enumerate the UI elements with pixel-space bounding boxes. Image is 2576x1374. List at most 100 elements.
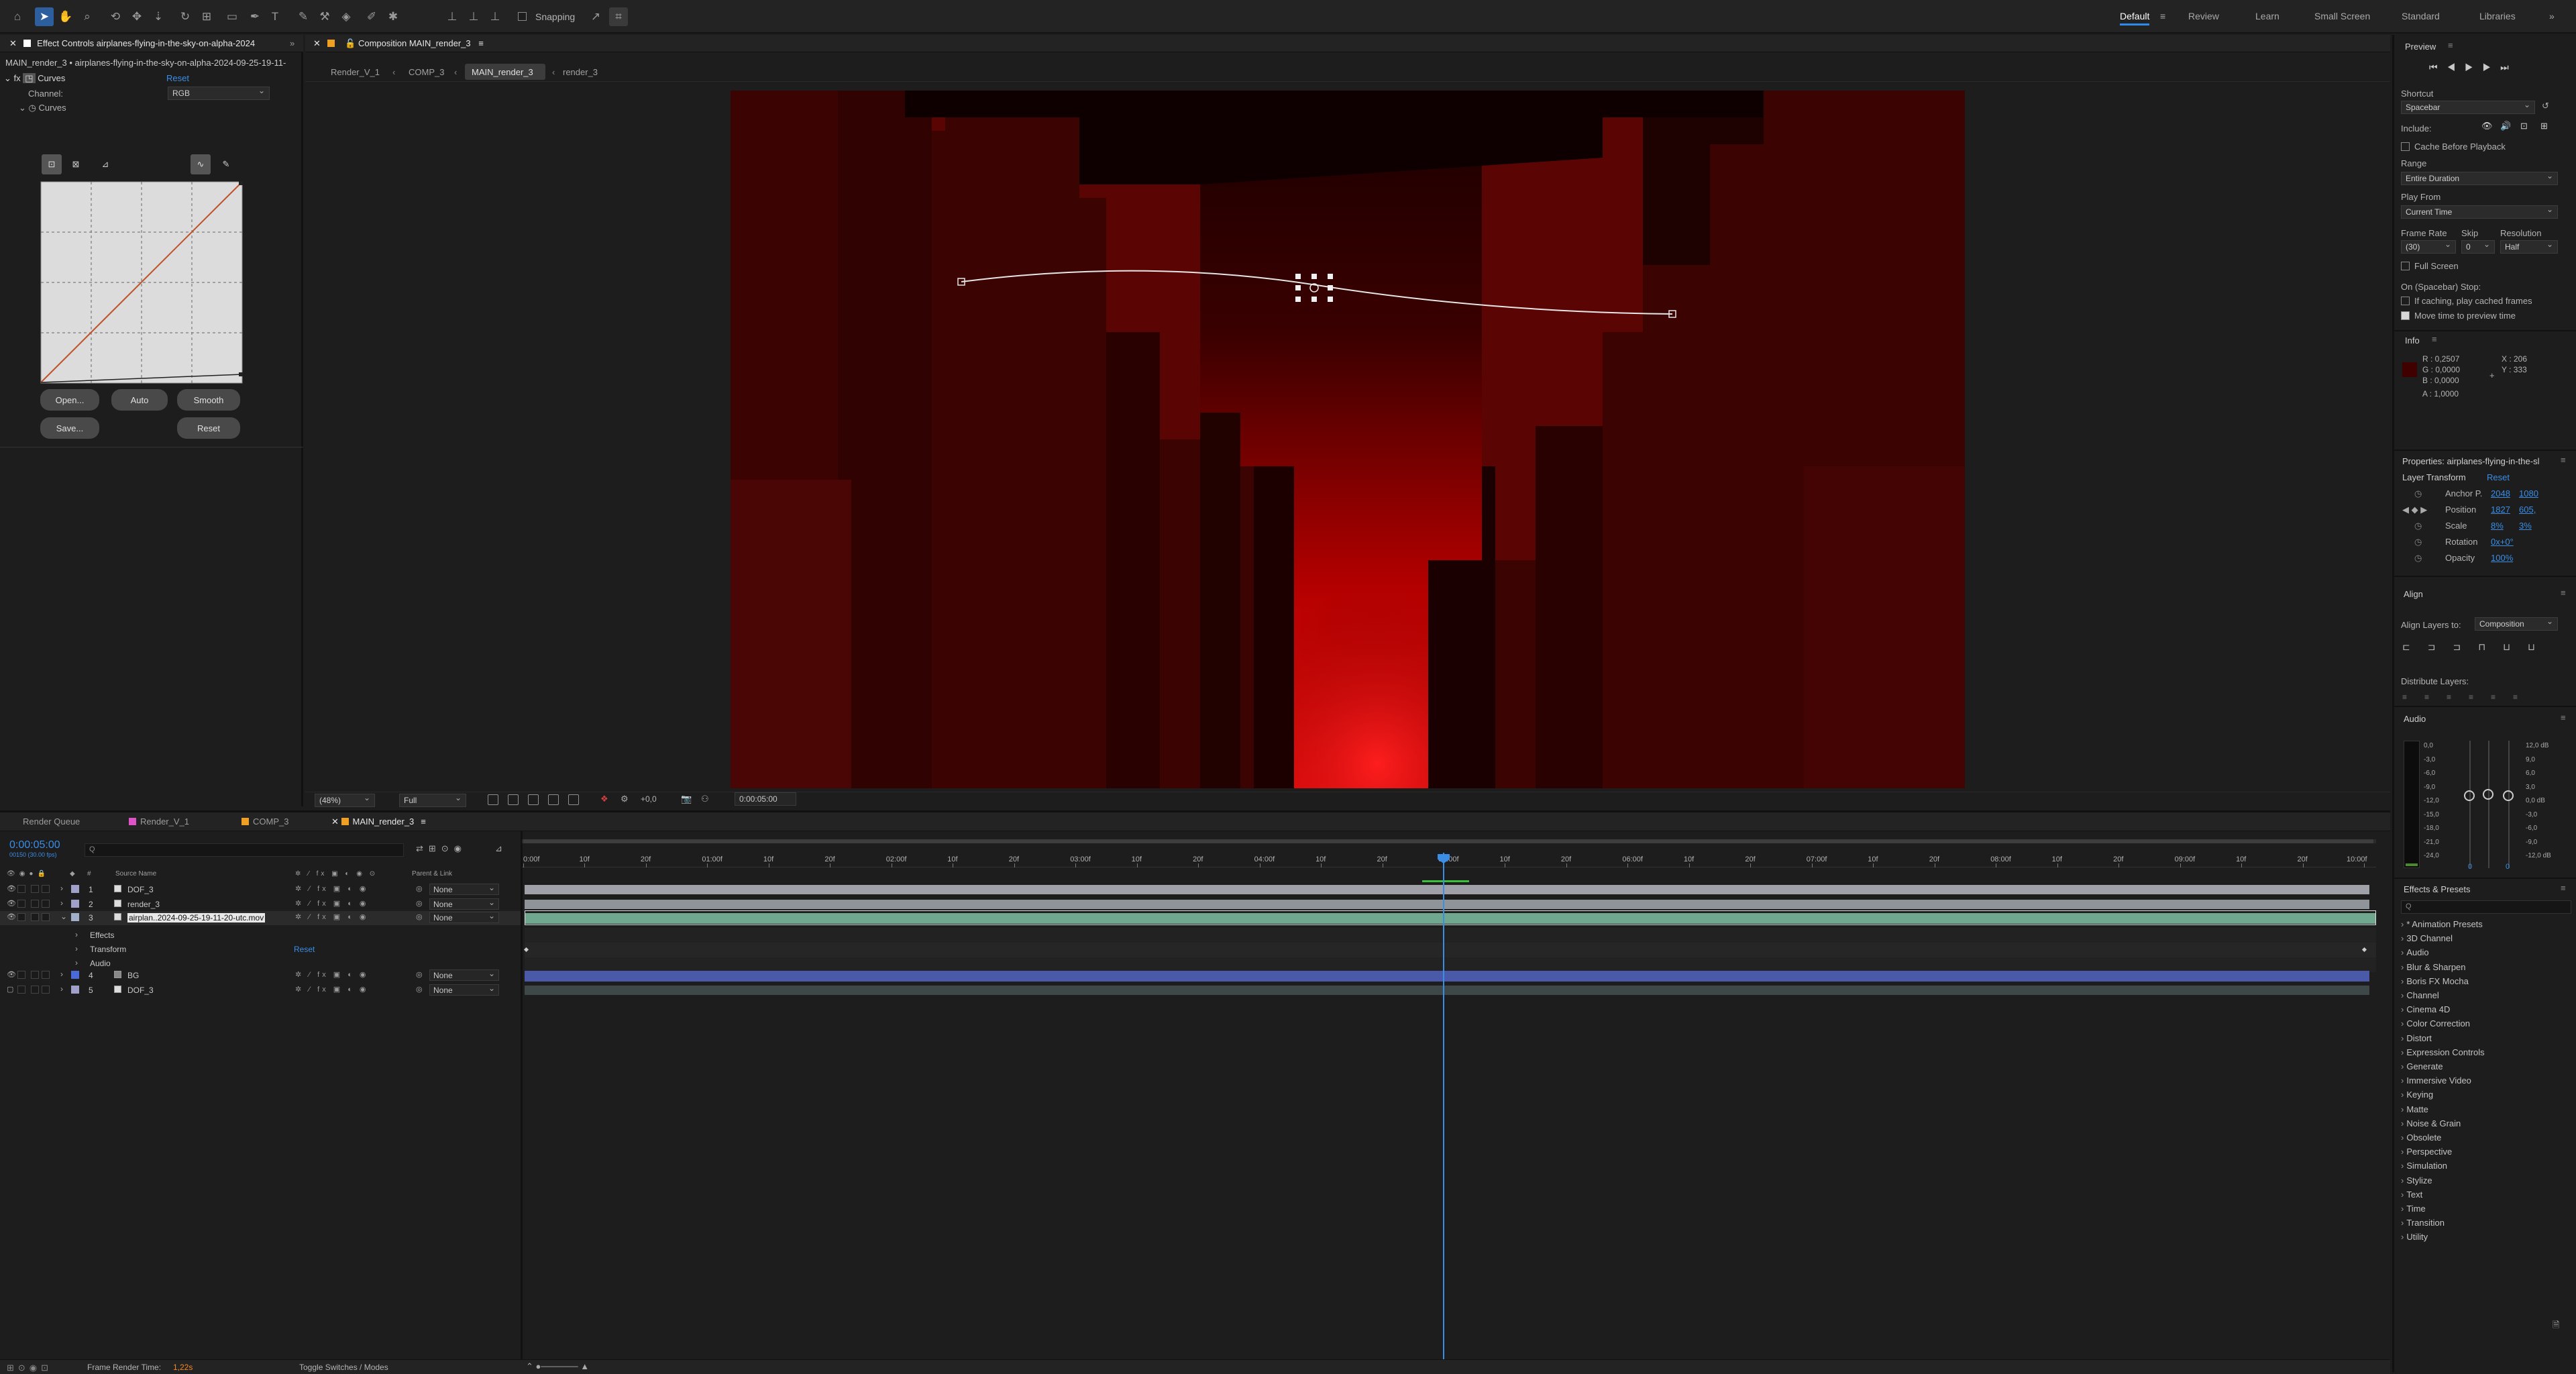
expand-chevron-icon[interactable]: ›: [60, 898, 63, 908]
transform-group[interactable]: › Transform Reset: [0, 943, 521, 957]
scale-y-value[interactable]: 3%: [2519, 521, 2532, 531]
move-time-checkbox[interactable]: [2401, 311, 2410, 320]
curves-subheader[interactable]: ⌄ ◷ Curves: [19, 103, 66, 113]
zoom-slider[interactable]: ⌃ ●────── ▲: [526, 1361, 589, 1372]
breadcrumb-main-render3[interactable]: MAIN_render_3: [472, 67, 533, 77]
axis-local-icon[interactable]: ⊥: [443, 7, 462, 26]
breadcrumb-render-v1[interactable]: Render_V_1: [331, 67, 380, 77]
effects-category-item[interactable]: › 3D Channel: [2401, 933, 2453, 943]
skip-dropdown[interactable]: 0: [2461, 240, 2495, 254]
rectangle-tool-icon[interactable]: ▭: [223, 7, 241, 26]
effects-category-item[interactable]: › Utility: [2401, 1232, 2428, 1242]
timeline-search-input[interactable]: Q: [85, 843, 404, 857]
tab-render-queue[interactable]: Render Queue: [23, 816, 80, 827]
mask-visibility-icon[interactable]: [528, 794, 539, 805]
align-buttons[interactable]: ⊏⊐⊐⊓⊔⊔: [2402, 641, 2553, 653]
workspace-default[interactable]: Default: [2120, 11, 2150, 25]
layer-row[interactable]: 👁 › 2 render_3 ✲ ⁄ fx ▣ ◐ ◉ ◎ None ⌄: [0, 898, 521, 912]
panel-menu-icon[interactable]: ≡: [478, 38, 484, 48]
effects-category-item[interactable]: › Expression Controls: [2401, 1047, 2485, 1057]
hand-tool-icon[interactable]: ✋: [56, 7, 75, 26]
full-screen-checkbox[interactable]: [2401, 262, 2410, 270]
transform-reset-link[interactable]: Reset: [2487, 472, 2510, 482]
color-channel-icon[interactable]: ❖: [600, 794, 608, 804]
close-icon[interactable]: ✕: [313, 38, 321, 48]
layer-name[interactable]: DOF_3: [127, 986, 154, 995]
pencil-curve-icon[interactable]: ✎: [216, 154, 236, 174]
play-from-dropdown[interactable]: Current Time: [2401, 205, 2558, 219]
audio-toggle[interactable]: [17, 885, 25, 893]
keyframe-nav-icon[interactable]: ◀ ◆ ▶: [2402, 505, 2427, 515]
brush-tool-icon[interactable]: ✎: [294, 7, 313, 26]
workspace-libraries[interactable]: Libraries: [2479, 11, 2516, 21]
lock-toggle[interactable]: [42, 885, 50, 893]
tab-comp3[interactable]: COMP_3: [241, 816, 288, 827]
clone-stamp-icon[interactable]: ⚒: [315, 7, 334, 26]
tab-render-v1[interactable]: Render_V_1: [129, 816, 189, 827]
effect-reset-link[interactable]: Reset: [166, 73, 189, 83]
effects-category-item[interactable]: › Immersive Video: [2401, 1075, 2471, 1086]
dolly-camera-icon[interactable]: ⇣: [149, 7, 168, 26]
workspace-menu-icon[interactable]: ≡: [2160, 11, 2165, 21]
effects-category-item[interactable]: › Noise & Grain: [2401, 1118, 2461, 1128]
panel-menu-icon[interactable]: ≡: [2561, 883, 2566, 893]
lock-toggle[interactable]: [42, 900, 50, 908]
opacity-value[interactable]: 100%: [2491, 553, 2513, 563]
effects-category-item[interactable]: › Simulation: [2401, 1161, 2447, 1171]
scale-x-value[interactable]: 8%: [2491, 521, 2504, 531]
workspace-small-screen[interactable]: Small Screen: [2314, 11, 2370, 21]
breadcrumb-comp3[interactable]: COMP_3: [409, 67, 444, 77]
layer-name[interactable]: render_3: [127, 900, 160, 909]
layer-row[interactable]: 👁 › 4 BG ✲ ⁄ fx ▣ ◐ ◉ ◎ None ⌄: [0, 969, 521, 983]
selection-tool-icon[interactable]: ➤: [35, 7, 54, 26]
type-tool-icon[interactable]: T: [266, 7, 284, 26]
guides-icon[interactable]: [548, 794, 559, 805]
curves-open-button[interactable]: Open...: [40, 389, 99, 411]
layer-row[interactable]: 👁 ⌄ 3 airplan..2024-09-25-19-11-20-utc.mov ✲…: [0, 911, 521, 925]
pan-behind-icon[interactable]: ⊞: [197, 7, 216, 26]
position-x-value[interactable]: 1827: [2491, 505, 2510, 515]
viewer-timecode[interactable]: 0:00:05:00: [735, 792, 796, 806]
label-color-swatch[interactable]: [71, 913, 79, 921]
close-icon[interactable]: ✕: [9, 38, 17, 48]
channel-dropdown[interactable]: RGB: [168, 86, 270, 100]
panel-menu-icon[interactable]: ≡: [2561, 588, 2566, 598]
keyframe-end[interactable]: [2361, 947, 2367, 953]
layer-switches[interactable]: ✲ ⁄ fx ▣ ◐ ◉: [295, 899, 369, 908]
effects-category-item[interactable]: › Boris FX Mocha: [2401, 976, 2469, 986]
effects-category-item[interactable]: › Color Correction: [2401, 1018, 2470, 1028]
tab-effect-controls[interactable]: ✕ Effect Controls airplanes-flying-in-th…: [9, 38, 255, 49]
lock-toggle[interactable]: [42, 913, 50, 921]
pickwhip-icon[interactable]: ◎: [416, 884, 423, 893]
layer-switches[interactable]: ✲ ⁄ fx ▣ ◐ ◉: [295, 912, 369, 921]
zoom-tool-icon[interactable]: ⌕: [78, 7, 97, 26]
audio-right-slider[interactable]: [2503, 790, 2514, 801]
transform-reset-link[interactable]: Reset: [294, 945, 315, 954]
graph-editor-icon[interactable]: ⊿: [495, 843, 502, 854]
effects-category-item[interactable]: › Transition: [2401, 1218, 2445, 1228]
composition-viewer[interactable]: [731, 91, 1965, 788]
orbit-camera-icon[interactable]: ⟲: [106, 7, 125, 26]
audio-toggle[interactable]: [17, 900, 25, 908]
stopwatch-icon[interactable]: ◷: [2414, 537, 2422, 547]
curve-size-small-icon[interactable]: ⊠: [66, 154, 86, 174]
effects-category-item[interactable]: › Cinema 4D: [2401, 1004, 2450, 1014]
panel-menu-icon[interactable]: ≡: [2448, 40, 2453, 50]
stopwatch-icon[interactable]: ◷: [2414, 521, 2422, 531]
audio-toggle[interactable]: [17, 913, 25, 921]
curves-graph[interactable]: [40, 181, 243, 384]
exposure-value[interactable]: +0,0: [641, 794, 657, 804]
layer-name[interactable]: airplan..2024-09-25-19-11-20-utc.mov: [127, 913, 266, 922]
layer-row[interactable]: 👁 › 1 DOF_3 ✲ ⁄ fx ▣ ◐ ◉ ◎ None ⌄: [0, 883, 521, 897]
snap-toggle-icon[interactable]: ⌗: [609, 7, 628, 26]
audio-left-slider[interactable]: [2464, 790, 2475, 801]
panel-menu-icon[interactable]: ≡: [2432, 334, 2437, 344]
transparency-grid-icon[interactable]: [508, 794, 519, 805]
expand-chevron-icon[interactable]: ›: [60, 884, 63, 893]
3d-view-icon[interactable]: [568, 794, 579, 805]
pickwhip-icon[interactable]: ◎: [416, 985, 423, 994]
panel-menu-icon[interactable]: ≡: [2561, 455, 2566, 465]
include-overlays-icon[interactable]: ⊡: [2520, 121, 2528, 131]
puppet-pin-icon[interactable]: ✱: [384, 7, 402, 26]
current-time-display[interactable]: 0:00:05:00: [9, 839, 60, 851]
